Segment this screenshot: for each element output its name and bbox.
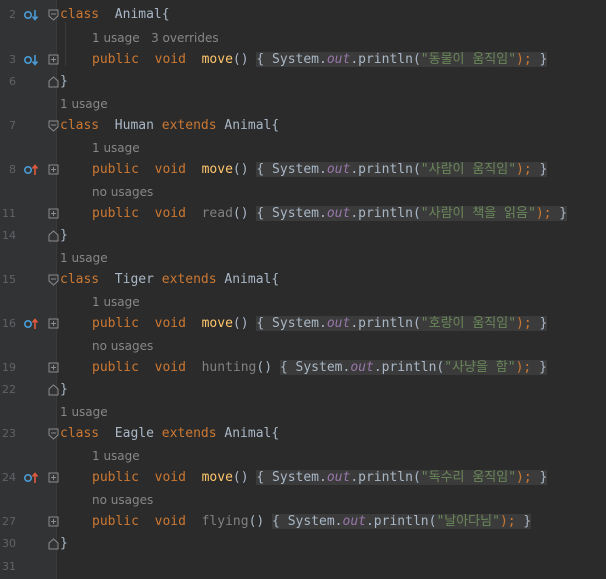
code-line[interactable]: 2 class Animal{ [0, 4, 606, 26]
fold-end-icon[interactable] [48, 76, 59, 88]
inlay-hint-row: no usages [0, 335, 606, 357]
method-line: public void move() { System.out.println(… [92, 52, 548, 67]
code-line[interactable]: 7 class Human extends Animal{ [0, 115, 606, 137]
code-line[interactable]: 16 public void move() { System.out.print… [0, 313, 606, 335]
fold-icon[interactable] [48, 164, 59, 176]
code-line[interactable]: 14 } [0, 225, 606, 247]
overrides-up-icon[interactable] [24, 472, 38, 484]
method-line: public void move() { System.out.println(… [92, 470, 548, 485]
inlay-hint-row: 1 usage 3 overrides [0, 27, 606, 49]
usage-hint[interactable]: no usages [92, 489, 153, 511]
line-number: 3 [9, 53, 16, 66]
fold-icon[interactable] [48, 472, 59, 484]
inlay-hint-row: 1 usage [0, 291, 606, 313]
folded-body[interactable]: { System.out.println("사람이 책을 읽음"); } [256, 206, 568, 221]
class-declaration: class Eagle extends Animal{ [60, 426, 280, 441]
inlay-hint-row: 1 usage [0, 445, 606, 467]
code-line[interactable]: 27 public void flying() { System.out.pri… [0, 511, 606, 533]
line-number: 30 [2, 537, 16, 550]
folded-body[interactable]: { System.out.println("호랑이 움직임"); } [256, 316, 548, 331]
code-line[interactable]: 23 class Eagle extends Animal{ [0, 423, 606, 445]
line-number: 23 [2, 427, 16, 440]
usage-hint[interactable]: 1 usage [92, 291, 140, 313]
method-line: public void flying() { System.out.printl… [92, 514, 532, 529]
line-number: 8 [9, 163, 16, 176]
fold-icon[interactable] [48, 274, 59, 286]
fold-icon[interactable] [48, 120, 59, 132]
class-declaration: class Tiger extends Animal{ [60, 272, 280, 287]
class-declaration: class Animal{ [60, 7, 170, 22]
usage-hint[interactable]: 1 usage [92, 445, 140, 467]
closing-brace: } [60, 74, 68, 89]
inlay-hint-row: 1 usage [0, 93, 606, 115]
usage-hint[interactable]: no usages [92, 181, 153, 203]
code-line[interactable]: 3 public void move() { System.out.printl… [0, 49, 606, 71]
fold-end-icon[interactable] [48, 230, 59, 242]
method-line: public void move() { System.out.println(… [92, 162, 548, 177]
line-number: 11 [2, 207, 16, 220]
fold-icon[interactable] [48, 516, 59, 528]
line-number: 22 [2, 383, 16, 396]
closing-brace: } [60, 382, 68, 397]
fold-icon[interactable] [48, 208, 59, 220]
code-line[interactable]: 19 public void hunting() { System.out.pr… [0, 357, 606, 379]
code-line[interactable]: 8 public void move() { System.out.printl… [0, 159, 606, 181]
line-number: 16 [2, 317, 16, 330]
usage-hint[interactable]: 1 usage [60, 401, 108, 423]
line-number: 14 [2, 229, 16, 242]
fold-icon[interactable] [48, 54, 59, 66]
method-line: public void hunting() { System.out.print… [92, 360, 547, 375]
overrides-up-icon[interactable] [24, 318, 38, 330]
inlay-hint-row: no usages [0, 489, 606, 511]
line-number: 27 [2, 515, 16, 528]
folded-body[interactable]: { System.out.println("독수리 움직임"); } [256, 470, 548, 485]
folded-body[interactable]: { System.out.println("사냥을 함"); } [279, 360, 547, 375]
implemented-down-icon[interactable] [24, 9, 38, 21]
usage-hint[interactable]: no usages [92, 335, 153, 357]
inlay-hint-row: no usages [0, 181, 606, 203]
code-line[interactable]: 30 } [0, 533, 606, 555]
code-line[interactable]: 11 public void read() { System.out.print… [0, 203, 606, 225]
method-line: public void read() { System.out.println(… [92, 206, 568, 221]
usage-hint[interactable]: 1 usage 3 overrides [92, 27, 219, 49]
overrides-up-icon[interactable] [24, 164, 38, 176]
folded-body[interactable]: { System.out.println("사람이 움직임"); } [256, 162, 548, 177]
fold-icon[interactable] [48, 362, 59, 374]
folded-body[interactable]: { System.out.println("날아다님"); } [272, 514, 532, 529]
fold-end-icon[interactable] [48, 384, 59, 396]
line-number: 24 [2, 471, 16, 484]
code-line[interactable]: 31 [0, 556, 606, 578]
inlay-hint-row: 1 usage [0, 247, 606, 269]
code-line[interactable]: 24 public void move() { System.out.print… [0, 467, 606, 489]
class-declaration: class Human extends Animal{ [60, 118, 280, 133]
usage-hint[interactable]: 1 usage [92, 137, 140, 159]
line-number: 31 [2, 560, 16, 573]
fold-icon[interactable] [48, 318, 59, 330]
usage-hint[interactable]: 1 usage [60, 247, 108, 269]
code-line[interactable]: 15 class Tiger extends Animal{ [0, 269, 606, 291]
line-number: 7 [9, 119, 16, 132]
closing-brace: } [60, 228, 68, 243]
folded-body[interactable]: { System.out.println("동물이 움직임"); } [256, 52, 548, 67]
closing-brace: } [60, 536, 68, 551]
inlay-hint-row: 1 usage [0, 401, 606, 423]
line-number: 15 [2, 273, 16, 286]
line-number: 19 [2, 361, 16, 374]
implemented-down-icon[interactable] [24, 54, 38, 66]
fold-icon[interactable] [48, 9, 59, 21]
code-line[interactable]: 6 } [0, 71, 606, 93]
method-line: public void move() { System.out.println(… [92, 316, 548, 331]
inlay-hint-row: 1 usage [0, 137, 606, 159]
code-line[interactable]: 22 } [0, 379, 606, 401]
fold-icon[interactable] [48, 428, 59, 440]
line-number: 2 [9, 8, 16, 21]
fold-end-icon[interactable] [48, 538, 59, 550]
usage-hint[interactable]: 1 usage [60, 93, 108, 115]
line-number: 6 [9, 75, 16, 88]
